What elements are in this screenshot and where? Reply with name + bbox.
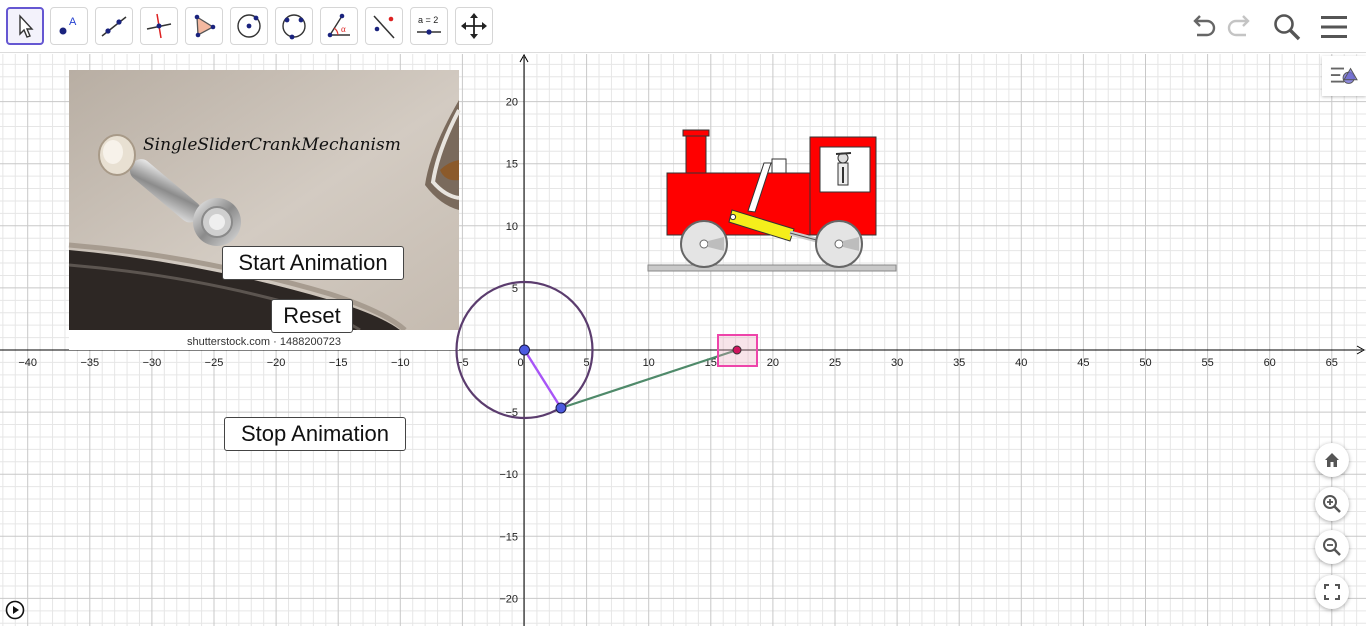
x-axis-tick-label: 20: [767, 357, 779, 369]
y-axis-tick-label: 5: [512, 283, 518, 295]
polygon-tool-button[interactable]: [185, 7, 223, 45]
slider-tool-button[interactable]: a = 2: [410, 7, 448, 45]
move-tool-button[interactable]: [6, 7, 44, 45]
x-axis-tick-label: 25: [829, 357, 841, 369]
style-bar-toggle-button[interactable]: [1322, 56, 1366, 96]
polygon-icon: [194, 14, 216, 38]
x-axis-tick-label: 10: [643, 357, 655, 369]
x-axis-tick-label: −25: [205, 357, 224, 369]
home-icon: [1325, 453, 1339, 467]
y-axis-labels: 2015105−5−10−15−20: [499, 97, 518, 606]
zoom-out-button[interactable]: [1315, 530, 1349, 564]
reset-button[interactable]: Reset: [271, 299, 353, 333]
angle-icon: α: [327, 13, 350, 38]
x-axis-tick-label: 5: [584, 357, 590, 369]
home-button[interactable]: [1315, 443, 1349, 477]
svg-text:α: α: [341, 24, 346, 34]
undo-icon: [1193, 15, 1216, 37]
zoom-in-button[interactable]: [1315, 487, 1349, 521]
redo-button[interactable]: [1223, 10, 1257, 44]
x-axis-tick-label: 30: [891, 357, 903, 369]
svg-text:a = 2: a = 2: [418, 15, 438, 25]
reflect-tool-button[interactable]: [365, 7, 403, 45]
arrow-cursor-icon: [19, 14, 34, 38]
y-axis-tick-label: −15: [499, 531, 518, 543]
crank-photo: shutterstock.com · 1488200723: [68, 70, 461, 350]
line-tool-button[interactable]: [95, 7, 133, 45]
x-axis-tick-label: 35: [953, 357, 965, 369]
perpendicular-line-tool-button[interactable]: [140, 7, 178, 45]
x-axis-tick-label: −20: [267, 357, 286, 369]
crank-pin-point[interactable]: [555, 402, 567, 414]
zoom-in-icon: [1323, 495, 1341, 513]
undo-button[interactable]: [1186, 10, 1220, 44]
stop-animation-button[interactable]: Stop Animation: [224, 417, 406, 451]
search-icon: [1274, 14, 1301, 41]
mechanism-title: SingleSliderCrankMechanism: [143, 135, 401, 155]
menu-button[interactable]: [1317, 10, 1351, 44]
y-axis-tick-label: −10: [499, 469, 518, 481]
x-axis-tick-label: 45: [1077, 357, 1089, 369]
toolbar: A α a = 2: [0, 0, 1366, 53]
front-wheel: [680, 220, 728, 268]
start-animation-button[interactable]: Start Animation: [222, 246, 404, 280]
move-graphics-view-tool-button[interactable]: [455, 7, 493, 45]
x-axis-tick-label: −35: [80, 357, 99, 369]
rear-wheel: [815, 220, 863, 268]
play-animation-button[interactable]: [5, 600, 25, 620]
reflect-icon: [373, 15, 395, 39]
y-axis-tick-label: −20: [499, 593, 518, 605]
rail: [647, 264, 897, 272]
x-axis-tick-label: 55: [1201, 357, 1213, 369]
x-axis-tick-label: 0: [517, 357, 523, 369]
search-button[interactable]: [1270, 10, 1304, 44]
image-caption: shutterstock.com · 1488200723: [187, 336, 341, 348]
style-bar-icon: [1330, 67, 1358, 84]
circle-tool-button[interactable]: [230, 7, 268, 45]
x-axis-tick-label: −10: [391, 357, 410, 369]
y-axis-tick-label: 15: [506, 159, 518, 171]
move-arrows-icon: [461, 13, 487, 39]
svg-text:A: A: [69, 16, 77, 28]
x-axis-tick-label: −40: [18, 357, 37, 369]
circle-icon: [237, 14, 261, 38]
point-icon: A: [59, 16, 77, 35]
y-axis-tick-label: 10: [506, 221, 518, 233]
circle-three-points-tool-button[interactable]: [275, 7, 313, 45]
origin-point[interactable]: [519, 344, 530, 356]
x-axis-tick-label: 60: [1264, 357, 1276, 369]
angle-tool-button[interactable]: α: [320, 7, 358, 45]
x-axis-tick-label: −30: [143, 357, 162, 369]
play-icon: [5, 600, 25, 620]
point-tool-button[interactable]: A: [50, 7, 88, 45]
slider-icon: a = 2: [417, 15, 441, 35]
x-axis-tick-label: 40: [1015, 357, 1027, 369]
x-axis-tick-label: −15: [329, 357, 348, 369]
perpendicular-icon: [146, 13, 172, 39]
graphics-view[interactable]: −40 −35 −30 −25 −20 −15 −10 −5 0 5 10 15 20 25 30 35 40 4…: [0, 54, 1366, 626]
x-axis-labels: −40 −35 −30 −25 −20 −15 −10 −5 0 5 10 15 20 25 30 35 40 4…: [18, 357, 1338, 369]
line-icon: [101, 16, 127, 37]
x-axis-tick-label: 50: [1139, 357, 1151, 369]
smokestack: [685, 131, 707, 177]
zoom-out-icon: [1323, 538, 1341, 556]
circle-three-points-icon: [282, 14, 306, 40]
fullscreen-icon: [1324, 584, 1340, 600]
y-axis-tick-label: 20: [506, 97, 518, 109]
x-axis-tick-label: 65: [1326, 357, 1338, 369]
menu-icon: [1321, 16, 1347, 38]
redo-icon: [1227, 15, 1250, 37]
slider-point[interactable]: [732, 345, 742, 355]
fullscreen-button[interactable]: [1315, 575, 1349, 609]
